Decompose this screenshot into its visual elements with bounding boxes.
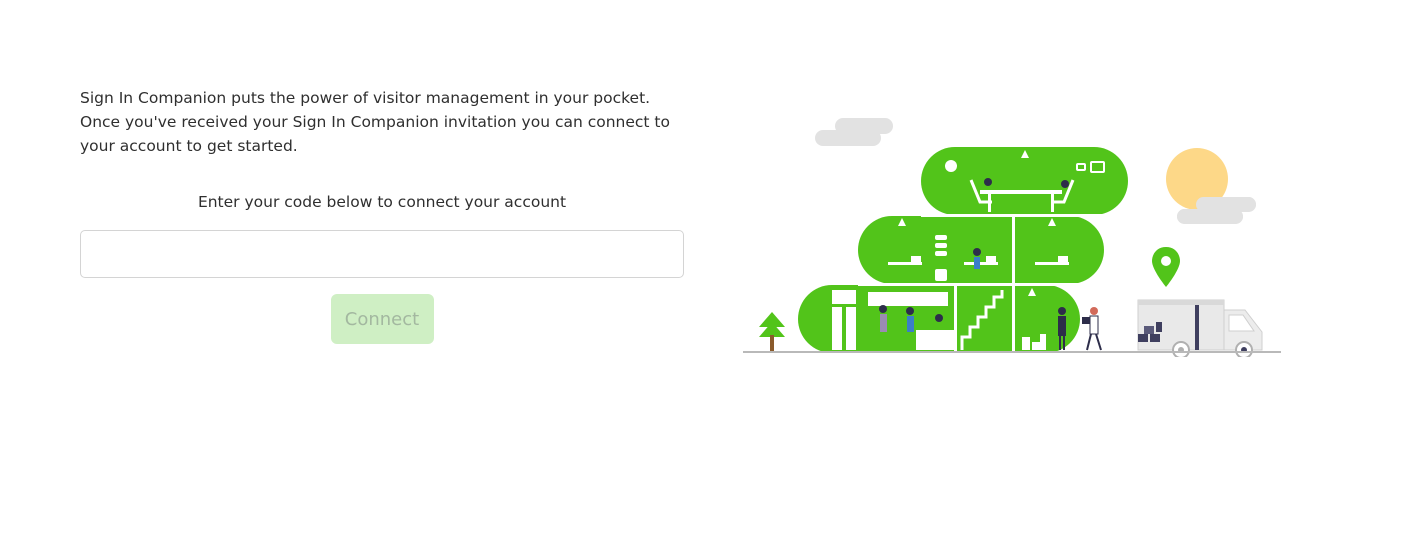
code-input[interactable] [80, 230, 684, 278]
connect-page: Sign In Companion puts the power of visi… [0, 0, 1421, 546]
office-building-illustration-icon [743, 118, 1281, 357]
button-row: Connect [80, 294, 684, 344]
connect-button[interactable]: Connect [330, 294, 434, 344]
tree-icon [759, 312, 785, 351]
person-icon [1082, 307, 1102, 351]
delivery-truck-icon [1137, 299, 1263, 357]
intro-text: Sign In Companion puts the power of visi… [80, 89, 670, 155]
building-icon [798, 147, 1128, 353]
ground-line [743, 351, 1281, 353]
cloud-icon [815, 118, 893, 146]
connect-panel: Sign In Companion puts the power of visi… [80, 86, 684, 344]
location-pin-icon [1152, 247, 1180, 287]
code-prompt: Enter your code below to connect your ac… [197, 193, 567, 211]
